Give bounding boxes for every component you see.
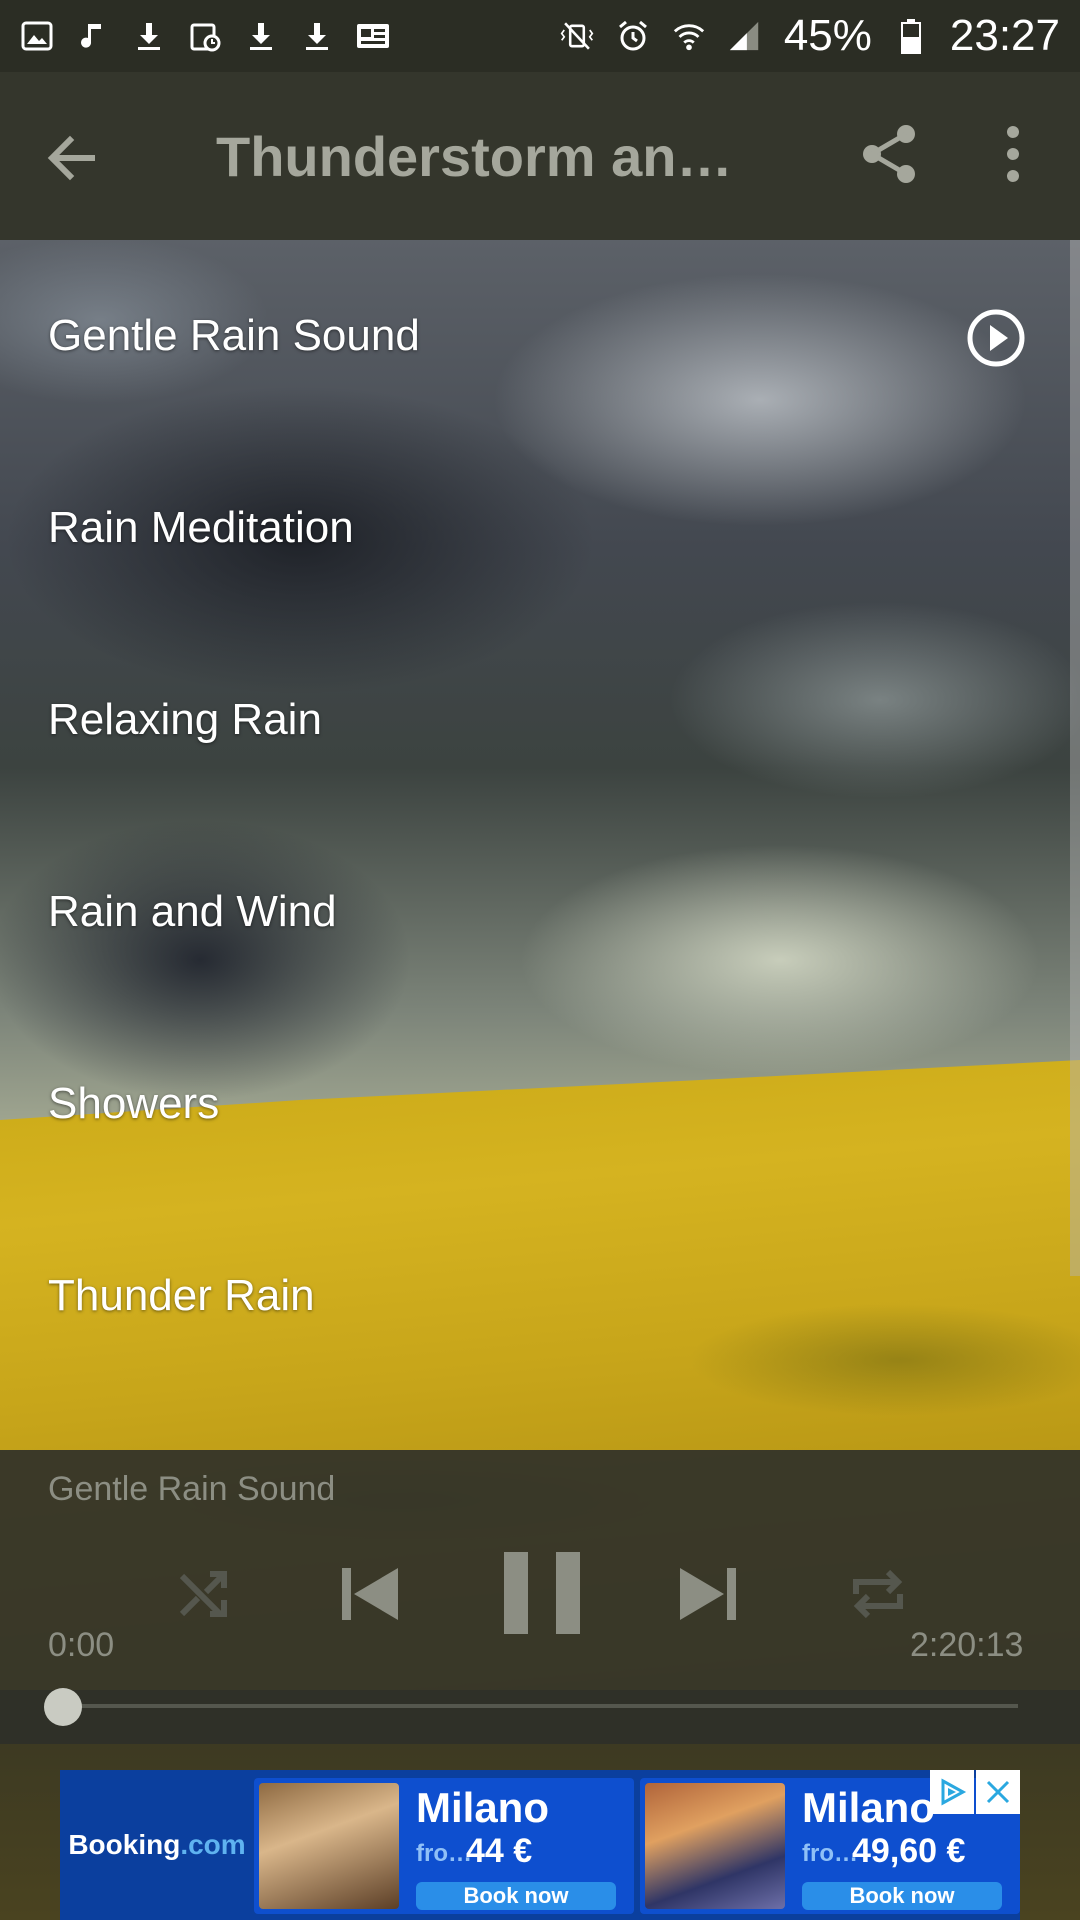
offer-city: Milano [416,1784,549,1831]
ad-area: Booking .com Milano fro… 44 € Book now Mi… [0,1744,1080,1920]
news-icon [356,19,390,53]
book-now-button[interactable]: Book now [416,1882,616,1910]
booking-logo: Booking .com [60,1770,254,1920]
seek-thumb[interactable] [44,1688,82,1726]
status-icons-right: 45% 23:27 [560,11,1060,61]
total-time: 2:20:13 [910,1626,1024,1664]
skip-previous-icon[interactable] [338,1554,402,1634]
brand-suffix: .com [180,1829,246,1860]
player-panel: Gentle Rain Sound 0:00 2:20:13 [0,1450,1080,1744]
status-icons-left [20,19,390,53]
gallery-icon [20,19,54,53]
download-icon [132,19,166,53]
pause-icon[interactable] [502,1548,582,1638]
seek-bar[interactable] [62,1704,1018,1708]
track-item[interactable]: Gentle Rain Sound [0,240,1066,432]
clock: 23:27 [949,11,1060,60]
hotel-photo [645,1783,785,1909]
track-title: Rain and Wind [48,887,337,936]
share-icon[interactable] [858,122,922,186]
track-title: Gentle Rain Sound [48,311,420,360]
track-title: Rain Meditation [48,503,354,552]
now-playing-title: Gentle Rain Sound [48,1470,336,1508]
status-bar: 45% 23:27 [0,0,1080,72]
track-title: Thunder Rain [48,1271,315,1320]
offer-price: 44 € [466,1832,533,1870]
play-circle-icon[interactable] [966,308,1026,368]
repeat-icon[interactable] [846,1564,910,1624]
arrow-back-icon[interactable] [40,126,104,190]
offer-from: fro… [416,1840,472,1867]
wifi-icon [672,19,706,53]
more-vert-icon[interactable] [998,122,1028,186]
battery-icon [894,19,928,54]
vibrate-mute-icon [560,19,594,53]
alarm-icon [616,19,650,53]
skip-next-icon[interactable] [676,1554,740,1634]
track-item[interactable]: Relaxing Rain [0,624,1066,816]
track-item[interactable]: Showers [0,1008,1066,1200]
calendar-icon [188,19,222,53]
download-icon [244,19,278,53]
track-item[interactable]: Rain and Wind [0,816,1066,1008]
app-bar: Thunderstorm and… [0,72,1080,240]
current-time: 0:00 [48,1626,115,1664]
offer-city: Milano [802,1784,935,1831]
page-title: Thunderstorm and… [216,125,756,188]
download-icon [300,19,334,53]
hotel-offer[interactable]: Milano fro… 44 € Book now [254,1778,634,1914]
brand-name: Booking [68,1829,181,1860]
ad-banner[interactable]: Booking .com Milano fro… 44 € Book now Mi… [60,1770,1020,1920]
track-item[interactable]: Thunder Rain [0,1200,1066,1392]
scrollbar[interactable] [1070,240,1080,1276]
offer-price: 49,60 € [852,1832,966,1870]
offer-from: fro… [802,1840,858,1867]
book-now-button[interactable]: Book now [802,1882,1002,1910]
offer-details: Milano fro… 44 € Book now [404,1778,634,1914]
ad-choices-icon[interactable] [930,1770,974,1814]
close-icon[interactable] [976,1770,1020,1814]
track-item[interactable]: Rain Meditation [0,432,1066,624]
battery-percentage: 45% [783,11,872,60]
signal-icon [728,19,762,53]
music-note-icon [76,19,110,53]
track-title: Relaxing Rain [48,695,322,744]
hotel-photo [259,1783,399,1909]
shuffle-icon[interactable] [174,1564,234,1624]
track-title: Showers [48,1079,220,1128]
